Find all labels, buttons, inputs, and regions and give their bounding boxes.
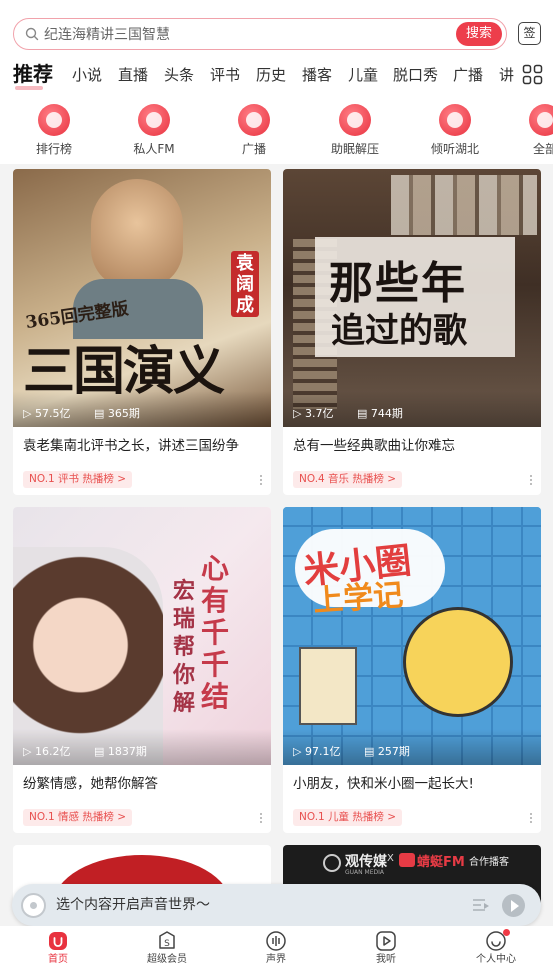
album-card[interactable]: 365回完整版 三国演义 袁阔成 ▷ 57.5亿 ▤ 365期 袁老集南北评书之… bbox=[13, 169, 271, 495]
brand-logo-icon bbox=[323, 854, 341, 872]
quick-link-ranking[interactable]: 排行榜 bbox=[14, 104, 94, 156]
mini-player[interactable]: 选个内容开启声音世界～ bbox=[12, 884, 541, 926]
tab-podcast[interactable]: 播客 bbox=[302, 64, 332, 86]
quick-links: 排行榜 私人FM 广播 助眠解压 倾听湖北 全部 bbox=[0, 94, 553, 164]
quick-link-all[interactable]: 全部 bbox=[505, 104, 553, 156]
search-icon bbox=[25, 27, 39, 41]
album-card[interactable]: 心 有 千 千 结 宏 瑞 帮 你 解 ▷ 16.2亿 ▤ 1837期 纷繁情感… bbox=[13, 507, 271, 833]
tab-history[interactable]: 历史 bbox=[256, 64, 286, 86]
nav-mylisten[interactable]: 我听 bbox=[351, 930, 421, 966]
tab-radio[interactable]: 广播 bbox=[453, 64, 483, 86]
player-prompt[interactable]: 选个内容开启声音世界～ bbox=[56, 896, 210, 914]
album-cover[interactable]: 365回完整版 三国演义 袁阔成 bbox=[13, 169, 271, 427]
quick-link-sleep[interactable]: 助眠解压 bbox=[315, 104, 395, 156]
play-count: ▷ 97.1亿 bbox=[293, 745, 341, 758]
rank-badge[interactable]: NO.1 评书 热播榜 > bbox=[23, 471, 133, 488]
tab-recommend[interactable]: 推荐 bbox=[13, 60, 53, 90]
vip-icon: S bbox=[159, 931, 175, 949]
all-categories-icon[interactable] bbox=[522, 64, 543, 85]
episode-count: ▤ 365期 bbox=[93, 407, 140, 420]
radio-icon bbox=[238, 104, 270, 136]
play-count: ▷ 3.7亿 bbox=[293, 407, 334, 420]
rank-badge[interactable]: NO.1 儿童 热播榜 > bbox=[293, 809, 403, 826]
search-bar[interactable]: 纪连海精讲三国智慧 搜索 bbox=[13, 18, 507, 50]
more-icon[interactable] bbox=[260, 475, 263, 487]
portrait bbox=[91, 179, 183, 289]
cartoon-character bbox=[403, 607, 513, 717]
tab-talkshow[interactable]: 脱口秀 bbox=[393, 64, 438, 86]
episode-count: ▤ 257期 bbox=[363, 745, 410, 758]
sleep-icon bbox=[339, 104, 371, 136]
tab-live[interactable]: 直播 bbox=[118, 64, 148, 86]
svg-text:S: S bbox=[164, 939, 170, 949]
album-card[interactable]: 米小圈 上学记 ▷ 97.1亿 ▤ 257期 小朋友，快和米小圈一起长大! NO… bbox=[283, 507, 541, 833]
album-stats: ▷ 3.7亿 ▤ 744期 bbox=[293, 405, 423, 421]
fm-icon bbox=[138, 104, 170, 136]
album-title[interactable]: 总有一些经典歌曲让你难忘 bbox=[293, 437, 455, 455]
quick-link-radio[interactable]: 广播 bbox=[214, 104, 294, 156]
quick-link-hubei[interactable]: 倾听湖北 bbox=[415, 104, 495, 156]
location-icon bbox=[439, 104, 471, 136]
album-cover[interactable]: 心 有 千 千 结 宏 瑞 帮 你 解 bbox=[13, 507, 271, 765]
apps-icon bbox=[529, 104, 553, 136]
more-icon[interactable] bbox=[530, 475, 533, 487]
album-cover[interactable]: 米小圈 上学记 bbox=[283, 507, 541, 765]
rank-badge[interactable]: NO.4 音乐 热播榜 > bbox=[293, 471, 403, 488]
search-button[interactable]: 搜索 bbox=[456, 22, 502, 46]
album-stats: ▷ 16.2亿 ▤ 1837期 bbox=[23, 743, 167, 759]
episode-count: ▤ 1837期 bbox=[93, 745, 147, 758]
category-tabs: 推荐 小说 直播 头条 评书 历史 播客 儿童 脱口秀 广播 讲 bbox=[0, 56, 553, 94]
notification-dot bbox=[503, 929, 510, 936]
episode-count: ▤ 744期 bbox=[356, 407, 403, 420]
disc-icon bbox=[21, 893, 46, 918]
sign-in-button[interactable]: 签 bbox=[518, 22, 541, 45]
nav-vip[interactable]: S 超级会员 bbox=[132, 930, 202, 966]
album-title[interactable]: 袁老集南北评书之长，讲述三国纷争 bbox=[23, 437, 239, 455]
album-title[interactable]: 小朋友，快和米小圈一起长大! bbox=[293, 775, 474, 793]
rank-badge[interactable]: NO.1 情感 热播榜 > bbox=[23, 809, 133, 826]
quick-link-private-fm[interactable]: 私人FM bbox=[114, 104, 194, 156]
soundwave-icon bbox=[266, 931, 286, 951]
album-cover[interactable]: 那些年 追过的歌 bbox=[283, 169, 541, 427]
playlist-icon[interactable] bbox=[472, 897, 490, 913]
nav-profile[interactable]: 个人中心 bbox=[461, 929, 531, 966]
search-placeholder[interactable]: 纪连海精讲三国智慧 bbox=[44, 25, 170, 45]
album-card[interactable]: 那些年 追过的歌 ▷ 3.7亿 ▤ 744期 总有一些经典歌曲让你难忘 NO.4… bbox=[283, 169, 541, 495]
trophy-icon bbox=[38, 104, 70, 136]
qingting-logo-icon bbox=[399, 853, 415, 867]
nav-home[interactable]: 首页 bbox=[23, 930, 93, 966]
tab-children[interactable]: 儿童 bbox=[348, 64, 378, 86]
bottom-nav: 首页 S 超级会员 声界 我听 个人中心 bbox=[0, 926, 553, 969]
more-icon[interactable] bbox=[530, 813, 533, 825]
play-count: ▷ 57.5亿 bbox=[23, 407, 71, 420]
top-bar: 纪连海精讲三国智慧 搜索 签 bbox=[0, 0, 553, 56]
tab-headlines[interactable]: 头条 bbox=[164, 64, 194, 86]
album-stats: ▷ 57.5亿 ▤ 365期 bbox=[23, 405, 160, 421]
play-square-icon bbox=[376, 931, 396, 951]
play-button[interactable] bbox=[502, 894, 525, 917]
tab-storytelling[interactable]: 评书 bbox=[210, 64, 240, 86]
album-stats: ▷ 97.1亿 ▤ 257期 bbox=[293, 743, 430, 759]
tab-novel[interactable]: 小说 bbox=[72, 64, 102, 86]
album-title[interactable]: 纷繁情感，她帮你解答 bbox=[23, 775, 158, 793]
nav-soundworld[interactable]: 声界 bbox=[241, 930, 311, 966]
more-icon[interactable] bbox=[260, 813, 263, 825]
tab-lecture[interactable]: 讲 bbox=[499, 64, 514, 86]
play-count: ▷ 16.2亿 bbox=[23, 745, 71, 758]
book-image bbox=[299, 647, 357, 725]
home-icon bbox=[49, 932, 67, 950]
